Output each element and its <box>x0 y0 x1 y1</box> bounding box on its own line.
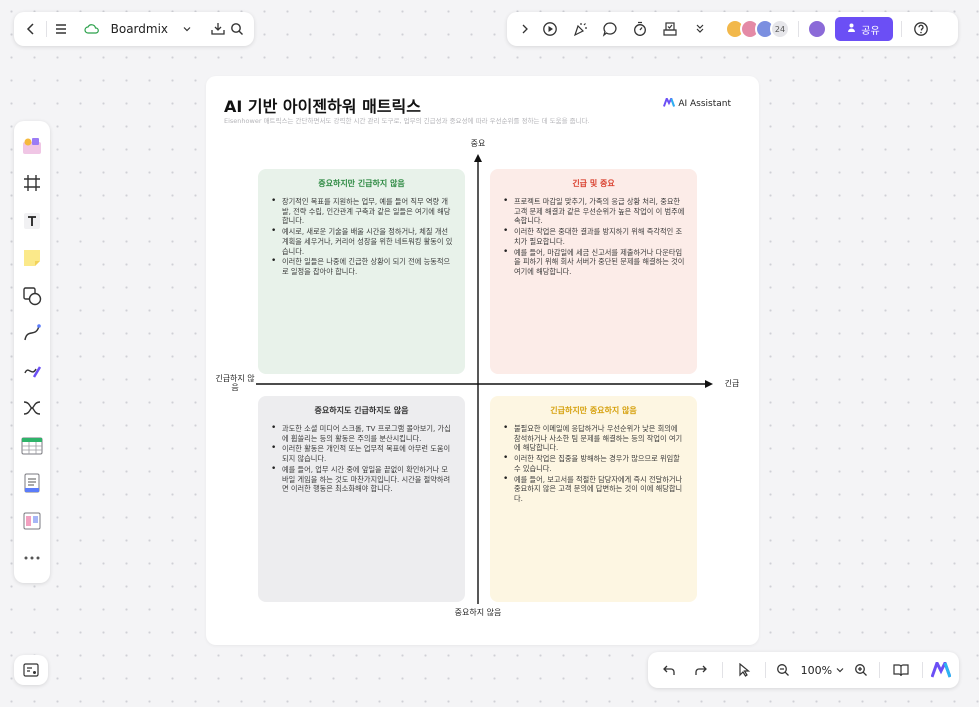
divider <box>921 662 923 678</box>
frame-icon[interactable] <box>17 168 47 198</box>
timer-icon[interactable] <box>625 15 655 43</box>
sticky-note-icon[interactable] <box>17 243 47 273</box>
list-item: 장기적인 목표를 지원하는 업무, 예를 들어 직무 역량 개발, 전략 수립,… <box>270 197 453 226</box>
back-icon[interactable] <box>22 15 40 43</box>
cloud-icon <box>78 15 106 43</box>
search-icon[interactable] <box>229 15 247 43</box>
menu-icon[interactable] <box>52 15 70 43</box>
expand-icon[interactable] <box>515 15 535 43</box>
ai-logo-icon <box>663 96 676 110</box>
vertical-axis-arrow <box>474 154 482 162</box>
board-subtitle: Eisenhower 매트릭스는 간단하면서도 강력한 시간 관리 도구로, 업… <box>224 117 590 125</box>
axis-label-right: 긴급 <box>724 379 740 388</box>
divider <box>901 21 902 37</box>
quadrant-not-important-not-urgent[interactable]: 중요하지도 긴급하지도 않음 과도한 소셜 미디어 스크롤, TV 프로그램 몰… <box>258 396 465 602</box>
brand-name: Boardmix <box>110 22 169 36</box>
current-user-avatar[interactable] <box>807 19 827 39</box>
minimap-icon <box>23 663 39 677</box>
select-cursor-icon[interactable] <box>729 656 759 684</box>
matrix-board[interactable]: AI 기반 아이젠하워 매트릭스 Eisenhower 매트릭스는 간단하면서도… <box>206 76 759 645</box>
quadrant-list: 장기적인 목표를 지원하는 업무, 예를 들어 직무 역량 개발, 전략 수립,… <box>270 197 453 277</box>
divider <box>45 21 47 37</box>
quadrant-title: 긴급 및 중요 <box>572 179 615 188</box>
quadrant-list: 프로젝트 마감일 맞추기, 가족의 응급 상황 처리, 중요한 고객 문제 해결… <box>502 197 685 277</box>
shape-icon[interactable] <box>17 281 47 311</box>
collaborator-count: 24 <box>770 19 790 39</box>
divider <box>722 662 724 678</box>
horizontal-axis-arrow <box>705 380 713 388</box>
axis-label-left: 긴급하지 않음 <box>215 374 255 392</box>
list-item: 이러한 활동은 개인적 또는 업무적 목표에 아무런 도움이 되지 않습니다. <box>270 444 453 463</box>
axis-label-bottom: 중요하지 않음 <box>454 608 502 617</box>
templates-icon[interactable] <box>17 131 47 161</box>
user-add-icon <box>848 23 857 35</box>
document-icon[interactable] <box>17 468 47 498</box>
help-icon[interactable] <box>906 15 936 43</box>
top-left-toolbar: Boardmix <box>14 12 254 46</box>
quadrant-important-not-urgent[interactable]: 중요하지만 긴급하지 않음 장기적인 목표를 지원하는 업무, 예를 들어 직무… <box>258 169 465 374</box>
comment-icon[interactable] <box>595 15 625 43</box>
undo-icon[interactable] <box>654 656 684 684</box>
chevron-down-icon <box>173 15 201 43</box>
zoom-in-icon[interactable] <box>850 656 873 684</box>
left-toolbar <box>14 121 50 583</box>
list-item: 이러한 일들은 나중에 긴급한 상황이 되기 전에 능동적으로 일정을 잡아야 … <box>270 257 453 276</box>
ai-assistant-label: AI Assistant <box>678 99 731 109</box>
divider <box>798 21 799 37</box>
share-label: 공유 <box>861 25 880 37</box>
zoom-level: 100% <box>800 663 833 677</box>
redo-icon[interactable] <box>686 656 716 684</box>
list-item: 이러한 작업은 중대한 결과를 방지하기 위해 즉각적인 조치가 필요합니다. <box>502 227 685 246</box>
quadrant-list: 과도한 소셜 미디어 스크롤, TV 프로그램 몰아보기, 가십에 휩쓸리는 등… <box>270 424 453 494</box>
book-icon[interactable] <box>886 656 916 684</box>
quadrant-title: 중요하지만 긴급하지 않음 <box>318 179 405 188</box>
text-icon[interactable] <box>17 206 47 236</box>
list-item: 프로젝트 마감일 맞추기, 가족의 응급 상황 처리, 중요한 고객 문제 해결… <box>502 197 685 226</box>
mindmap-icon[interactable] <box>17 393 47 423</box>
list-item: 불필요한 이메일에 응답하거나 우선순위가 낮은 회의에 참석하거나 사소한 팀… <box>502 424 685 453</box>
bottom-right-toolbar: 100% <box>648 652 959 688</box>
workspace-brand-dropdown[interactable]: Boardmix <box>72 15 207 43</box>
zoom-out-icon[interactable] <box>772 656 795 684</box>
connector-icon[interactable] <box>17 318 47 348</box>
zoom-level-dropdown[interactable]: 100% <box>797 664 848 677</box>
quadrant-urgent-not-important[interactable]: 긴급하지만 중요하지 않음 불필요한 이메일에 응답하거나 우선순위가 낮은 회… <box>490 396 697 602</box>
divider <box>765 662 767 678</box>
board-title: AI 기반 아이젠하워 매트릭스 <box>224 97 421 116</box>
ai-assistant-badge[interactable]: AI Assistant <box>663 96 731 110</box>
pen-icon[interactable] <box>17 356 47 386</box>
list-item: 예를 들어, 보고서를 적절한 담당자에게 즉시 전달하거나 중요하지 않은 고… <box>502 475 685 504</box>
export-icon[interactable] <box>209 15 227 43</box>
list-item: 이러한 작업은 집중을 방해하는 경우가 많으므로 위임할 수 있습니다. <box>502 454 685 473</box>
list-item: 예를 들어, 마감일에 세금 신고서를 제출하거나 다운타임을 피하기 위해 회… <box>502 248 685 277</box>
chevron-down-icon <box>836 664 844 677</box>
axis-label-top: 중요 <box>470 139 486 148</box>
quadrant-list: 불필요한 이메일에 응답하거나 우선순위가 낮은 회의에 참석하거나 사소한 팀… <box>502 424 685 504</box>
more-chevrons-icon[interactable] <box>685 15 715 43</box>
list-item: 예를 들어, 업무 시간 중에 앞일을 끝없이 확인하거나 모바일 게임을 하는… <box>270 465 453 494</box>
divider <box>878 662 880 678</box>
quadrant-urgent-important[interactable]: 긴급 및 중요 프로젝트 마감일 맞추기, 가족의 응급 상황 처리, 중요한 … <box>490 169 697 374</box>
quadrant-title: 중요하지도 긴급하지도 않음 <box>314 406 409 415</box>
more-icon[interactable] <box>17 543 47 573</box>
boardmix-ai-logo-icon[interactable] <box>929 658 953 682</box>
top-right-toolbar: 24 공유 <box>507 12 958 46</box>
share-button[interactable]: 공유 <box>835 17 893 41</box>
minimap-toggle[interactable] <box>14 655 48 685</box>
list-item: 예시로, 새로운 기술을 배울 시간을 정하거나, 체질 개선 계획을 세우거나… <box>270 227 453 256</box>
vote-icon[interactable] <box>655 15 685 43</box>
collaborator-avatars[interactable]: 24 <box>725 19 790 39</box>
table-icon[interactable] <box>17 431 47 461</box>
list-item: 과도한 소셜 미디어 스크롤, TV 프로그램 몰아보기, 가십에 휩쓸리는 등… <box>270 424 453 443</box>
celebrate-icon[interactable] <box>565 15 595 43</box>
kanban-icon[interactable] <box>17 506 47 536</box>
quadrant-title: 긴급하지만 중요하지 않음 <box>550 406 637 415</box>
play-icon[interactable] <box>535 15 565 43</box>
